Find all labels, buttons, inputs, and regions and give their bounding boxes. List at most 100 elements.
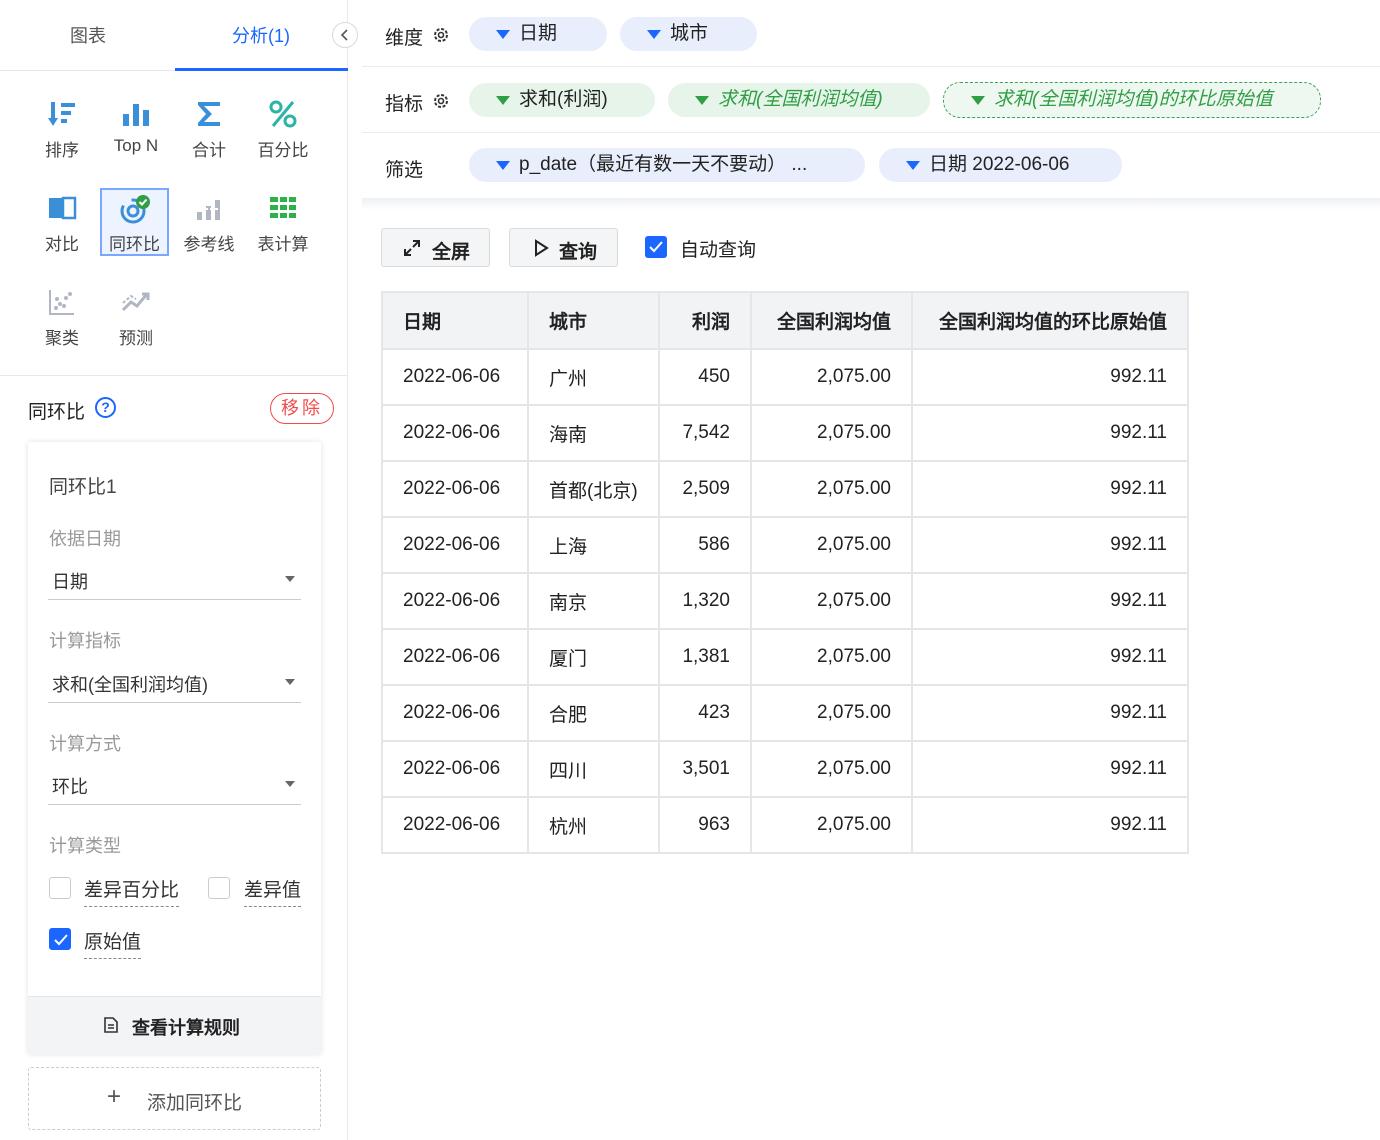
table-row: 2022-06-06 厦门 1,381 2,075.00 992.11	[381, 628, 1189, 686]
date-select[interactable]: 日期	[48, 560, 301, 600]
caret-down-icon	[496, 30, 510, 39]
cell-city: 海南	[527, 404, 660, 462]
metric-pill-mom-original[interactable]: 求和(全国利润均值)的环比原始值	[943, 82, 1321, 118]
tool-compare[interactable]: 对比	[26, 190, 98, 264]
query-button[interactable]: 查询	[509, 228, 618, 267]
column-header-mom-original[interactable]: 全国利润均值的环比原始值	[911, 291, 1189, 350]
view-rules-label: 查看计算规则	[132, 1018, 240, 1038]
cell-profit: 1,381	[658, 628, 752, 686]
method-field-label: 计算方式	[49, 734, 121, 754]
method-select-value: 环比	[52, 777, 88, 797]
column-header-city[interactable]: 城市	[527, 291, 660, 350]
tab-chart[interactable]: 图表	[70, 22, 106, 48]
filter-pill-date[interactable]: 日期 2022-06-06	[879, 148, 1122, 182]
table-calc-icon	[270, 197, 296, 218]
fullscreen-button[interactable]: 全屏	[381, 228, 490, 267]
tool-label: 同环比	[109, 235, 160, 254]
column-header-profit[interactable]: 利润	[658, 291, 752, 350]
play-icon	[535, 239, 549, 257]
caret-down-icon	[496, 161, 510, 170]
tool-cluster[interactable]: 聚类	[26, 284, 98, 358]
method-select[interactable]: 环比	[48, 765, 301, 805]
document-icon	[104, 1017, 118, 1033]
cell-mom-original: 992.11	[911, 740, 1189, 798]
metric-row: 指标 求和(利润) 求和(全国利润均值) 求和(全国利润均值)的环比原始值	[362, 67, 1380, 133]
card-title: 同环比1	[49, 477, 117, 498]
cluster-icon	[49, 290, 74, 315]
remove-button[interactable]: 移除	[270, 393, 334, 424]
diff-percent-label[interactable]: 差异百分比	[84, 875, 180, 907]
table-header-row: 日期 城市 利润 全国利润均值 全国利润均值的环比原始值	[381, 291, 1189, 350]
cell-avg-profit: 2,075.00	[750, 572, 913, 630]
metric-field-label: 计算指标	[49, 631, 121, 651]
caret-down-icon	[285, 781, 295, 787]
tool-sort[interactable]: 排序	[26, 96, 98, 170]
chevron-left-icon	[340, 29, 348, 41]
tool-reference-line[interactable]: 参考线	[173, 190, 245, 264]
filter-row: 筛选 p_date（最近有数一天不要动） ... 日期 2022-06-06	[362, 133, 1380, 199]
tool-percent[interactable]: 百分比	[247, 96, 319, 170]
tool-label: 预测	[119, 329, 153, 348]
caret-down-icon	[285, 679, 295, 685]
cell-date: 2022-06-06	[381, 572, 529, 630]
table-row: 2022-06-06 合肥 423 2,075.00 992.11	[381, 684, 1189, 742]
metric-pill-profit-sum[interactable]: 求和(利润)	[469, 83, 655, 117]
section-title: 同环比	[28, 402, 86, 423]
tool-total[interactable]: 合计	[173, 96, 245, 170]
help-icon[interactable]: ?	[95, 397, 116, 418]
cell-date: 2022-06-06	[381, 460, 529, 518]
tool-topn[interactable]: Top N	[100, 96, 172, 170]
cell-city: 首都(北京)	[527, 460, 660, 518]
cell-mom-original: 992.11	[911, 404, 1189, 462]
cell-city: 南京	[527, 572, 660, 630]
diff-value-label[interactable]: 差异值	[244, 875, 302, 907]
column-header-avg-profit[interactable]: 全国利润均值	[750, 291, 913, 350]
cell-date: 2022-06-06	[381, 796, 529, 854]
dimension-pill-date[interactable]: 日期	[469, 17, 607, 51]
check-icon	[649, 241, 663, 253]
sigma-icon	[198, 102, 220, 126]
filter-pill-p-date[interactable]: p_date（最近有数一天不要动） ...	[469, 148, 865, 182]
percent-icon	[269, 100, 297, 128]
original-value-checkbox[interactable]	[49, 928, 71, 950]
table-body: 2022-06-06 广州 450 2,075.00 992.11 2022-06-06 海…	[381, 348, 1189, 854]
bar-chart-icon	[123, 104, 149, 126]
tool-forecast[interactable]: 预测	[100, 284, 172, 358]
main-area: 维度 日期 城市 指标 求和(利润) 求和(全国利润均值) 求和(全国利润均值)…	[362, 0, 1380, 1140]
cell-city: 广州	[527, 348, 660, 406]
tool-label: 百分比	[257, 141, 309, 160]
pill-label: 求和(全国利润均值)	[718, 89, 883, 110]
diff-percent-checkbox[interactable]	[49, 877, 71, 899]
metric-select[interactable]: 求和(全国利润均值)	[48, 663, 301, 703]
diff-value-checkbox[interactable]	[208, 877, 230, 899]
table-row: 2022-06-06 上海 586 2,075.00 992.11	[381, 516, 1189, 574]
query-label: 查询	[559, 242, 598, 263]
plus-icon: +	[107, 1083, 122, 1110]
original-value-label[interactable]: 原始值	[84, 927, 142, 959]
gear-icon[interactable]	[432, 26, 450, 44]
view-rules-button[interactable]: 查看计算规则	[28, 996, 321, 1054]
cell-profit: 586	[658, 516, 752, 574]
dimension-pill-city[interactable]: 城市	[620, 17, 757, 51]
cell-city: 合肥	[527, 684, 660, 742]
collapse-panel-button[interactable]	[332, 22, 358, 48]
yoy-icon	[120, 195, 150, 224]
cell-mom-original: 992.11	[911, 572, 1189, 630]
auto-query-checkbox[interactable]	[645, 236, 667, 258]
tool-yoy[interactable]: 同环比	[100, 188, 169, 256]
cell-mom-original: 992.11	[911, 628, 1189, 686]
add-yoy-button[interactable]: + 添加同环比	[28, 1067, 321, 1130]
metric-pill-avg-sum[interactable]: 求和(全国利润均值)	[668, 83, 930, 117]
cell-avg-profit: 2,075.00	[750, 684, 913, 742]
cell-avg-profit: 2,075.00	[750, 628, 913, 686]
dimension-row: 维度 日期 城市	[362, 0, 1380, 67]
gear-icon[interactable]	[432, 92, 450, 110]
date-field-label: 依据日期	[49, 529, 121, 549]
cell-avg-profit: 2,075.00	[750, 348, 913, 406]
tab-analysis[interactable]: 分析(1)	[232, 22, 290, 48]
tool-table-calc[interactable]: 表计算	[247, 190, 319, 264]
tool-label: Top N	[113, 136, 159, 155]
column-header-date[interactable]: 日期	[381, 291, 529, 350]
expand-icon	[404, 240, 420, 256]
tool-label: 聚类	[45, 329, 79, 348]
